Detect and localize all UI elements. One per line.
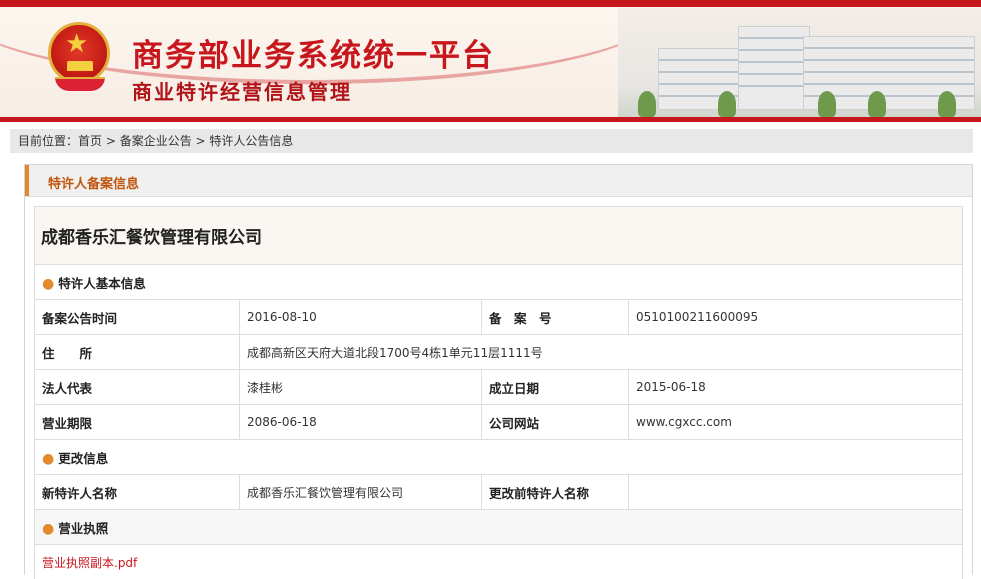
section-basic-info: ● 特许人基本信息 — [35, 265, 963, 300]
panel-accent-bar — [25, 165, 29, 196]
star-icon: ★ — [65, 31, 88, 57]
section-change-title: 更改信息 — [58, 451, 108, 466]
building-image — [618, 8, 981, 117]
record-no-value: 0510100211600095 — [629, 300, 963, 335]
breadcrumb-separator: > — [102, 134, 120, 148]
license-file-cell: 营业执照副本.pdf — [35, 545, 963, 579]
section-license: ● 营业执照 — [35, 510, 963, 545]
founded-value: 2015-06-18 — [629, 370, 963, 405]
old-name-label: 更改前特许人名称 — [482, 475, 629, 510]
section-license-title: 营业执照 — [58, 521, 108, 536]
breadcrumb: 目前位置：首页 > 备案企业公告 > 特许人公告信息 — [10, 129, 973, 153]
company-name: 成都香乐汇餐饮管理有限公司 — [35, 207, 963, 265]
address-value: 成都高新区天府大道北段1700号4栋1单元11层1111号 — [240, 335, 963, 370]
record-no-label: 备 案 号 — [482, 300, 629, 335]
bullet-icon: ● — [42, 276, 54, 292]
breadcrumb-home-link[interactable]: 首页 — [78, 134, 102, 148]
website-label: 公司网站 — [482, 405, 629, 440]
bullet-icon: ● — [42, 521, 54, 537]
tiananmen-icon — [67, 61, 93, 71]
new-name-value: 成都香乐汇餐饮管理有限公司 — [240, 475, 482, 510]
banner-bottom-stripe — [0, 117, 981, 122]
record-table: 成都香乐汇餐饮管理有限公司 ● 特许人基本信息 备案公告时间 2016-08-10… — [34, 206, 963, 579]
panel-title: 特许人备案信息 — [48, 173, 139, 192]
old-name-value — [629, 475, 963, 510]
banner-top-stripe — [0, 0, 981, 7]
section-basic-title: 特许人基本信息 — [58, 276, 146, 291]
breadcrumb-prefix: 目前位置： — [18, 134, 78, 148]
term-value: 2086-06-18 — [240, 405, 482, 440]
national-emblem-icon: ★ — [48, 22, 110, 84]
site-title: 商务部业务系统统一平台 — [132, 30, 495, 75]
header-banner: ★ 商务部业务系统统一平台 商业特许经营信息管理 — [0, 0, 981, 122]
founded-label: 成立日期 — [482, 370, 629, 405]
legal-rep-label: 法人代表 — [35, 370, 240, 405]
legal-rep-value: 漆桂彬 — [240, 370, 482, 405]
announce-date-label: 备案公告时间 — [35, 300, 240, 335]
term-label: 营业期限 — [35, 405, 240, 440]
panel-header: 特许人备案信息 — [25, 165, 972, 197]
new-name-label: 新特许人名称 — [35, 475, 240, 510]
section-change-info: ● 更改信息 — [35, 440, 963, 475]
bullet-icon: ● — [42, 451, 54, 467]
website-value: www.cgxcc.com — [629, 405, 963, 440]
breadcrumb-current: 特许人公告信息 — [209, 134, 293, 148]
announce-date-value: 2016-08-10 — [240, 300, 482, 335]
site-subtitle: 商业特许经营信息管理 — [132, 76, 352, 105]
breadcrumb-separator: > — [192, 134, 210, 148]
address-label: 住 所 — [35, 335, 240, 370]
emblem-base — [55, 77, 105, 91]
license-pdf-link[interactable]: 营业执照副本.pdf — [42, 556, 137, 570]
breadcrumb-announcements-link[interactable]: 备案企业公告 — [120, 134, 192, 148]
